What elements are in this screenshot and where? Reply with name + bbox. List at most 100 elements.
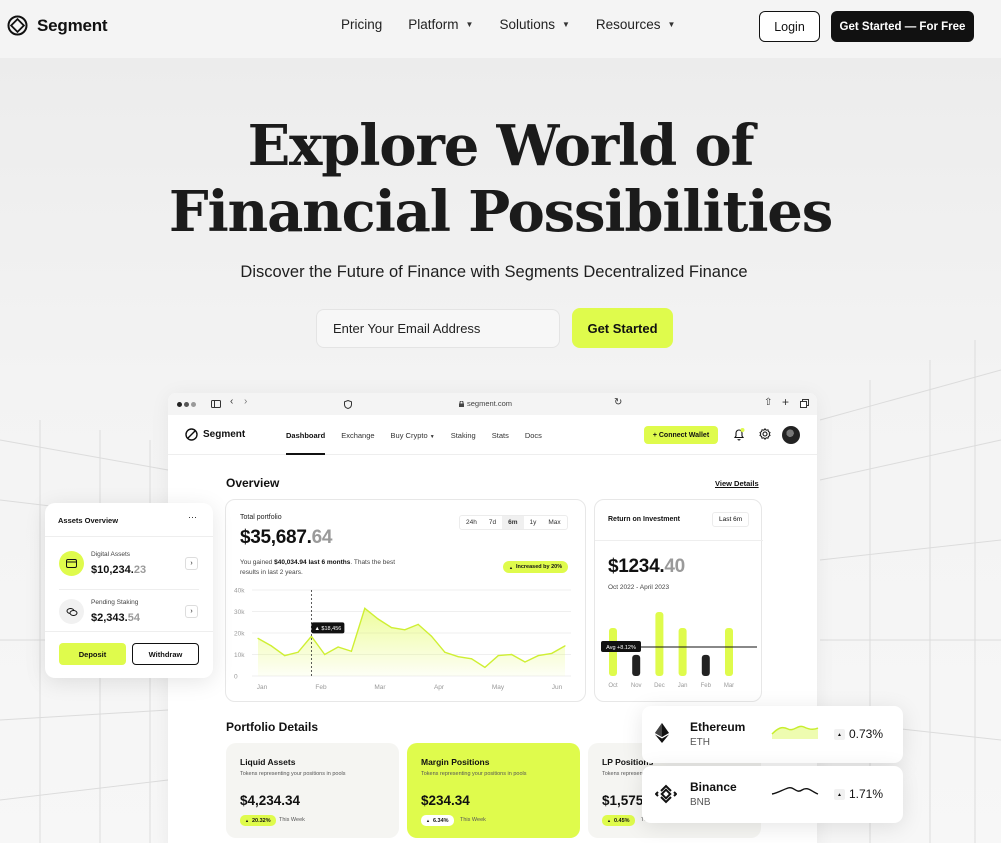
triangle-up-icon: ▲ <box>509 564 513 570</box>
app-tab-docs[interactable]: Docs <box>525 431 542 440</box>
deposit-button[interactable]: Deposit <box>59 643 126 665</box>
bar <box>701 654 710 676</box>
share-icon[interactable]: ⇧ <box>764 397 772 408</box>
x-tick-label: Oct <box>608 683 618 689</box>
card-value: $234.34 <box>421 793 470 808</box>
range-6m[interactable]: 6m <box>502 516 524 529</box>
menu-item-resources[interactable]: Resources ▼ <box>596 17 675 32</box>
range-1y[interactable]: 1y <box>524 516 543 529</box>
coin-symbol: ETH <box>690 737 710 748</box>
triangle-up-icon: ▲ <box>834 789 845 800</box>
app-logo[interactable]: Segment <box>185 428 245 441</box>
bell-icon[interactable] <box>733 428 745 441</box>
get-started-button[interactable]: Get Started <box>572 308 673 348</box>
portfolio-details-title: Portfolio Details <box>226 720 319 734</box>
total-portfolio-card: Total portfolio $35,687.64 24h 7d 6m 1y … <box>225 499 586 702</box>
data-point <box>524 661 526 663</box>
menu-label: Resources <box>595 17 661 32</box>
data-point <box>551 652 553 655</box>
logo[interactable]: Segment <box>7 15 108 36</box>
shield-icon <box>344 400 352 409</box>
y-tick-label: 0 <box>234 674 238 681</box>
binance-card[interactable]: Binance BNB ▲ 1.71% <box>642 766 903 823</box>
value-main: $10,234. <box>91 564 134 576</box>
reload-icon[interactable]: ↻ <box>614 397 622 408</box>
data-point <box>404 629 406 631</box>
badge-text: Increased by 20% <box>515 564 563 570</box>
gear-icon[interactable] <box>759 428 771 440</box>
connect-wallet-button[interactable]: + Connect Wallet <box>644 426 718 444</box>
window-dot <box>184 402 189 407</box>
bar <box>655 612 664 676</box>
data-point <box>284 654 286 657</box>
more-icon[interactable]: ··· <box>188 512 197 522</box>
x-tick-label: Feb <box>315 684 327 691</box>
lock-icon <box>459 401 464 407</box>
view-details-link[interactable]: View Details <box>715 479 759 488</box>
segment-logo-icon <box>185 428 198 441</box>
x-tick-label: Mar <box>724 683 734 689</box>
avatar[interactable] <box>782 426 800 444</box>
bar <box>632 654 641 676</box>
y-tick-label: 20k <box>234 631 245 638</box>
triangle-up-icon: ▲ <box>245 818 249 823</box>
triangle-up-icon: ▲ <box>426 818 430 823</box>
app-menu: Dashboard Exchange Buy Crypto ▼ Staking … <box>286 431 542 455</box>
margin-positions-card[interactable]: Margin Positions Tokens representing you… <box>407 743 580 838</box>
card-value: $1,575 <box>602 793 644 808</box>
segment-logo-icon <box>7 15 28 36</box>
login-button[interactable]: Login <box>759 11 820 42</box>
app-logo-text: Segment <box>203 429 246 440</box>
window-dot <box>177 402 182 407</box>
withdraw-button[interactable]: Withdraw <box>132 643 199 665</box>
x-tick-label: Mar <box>374 684 386 691</box>
app-tab-exchange[interactable]: Exchange <box>341 431 374 440</box>
value-decimals: 64 <box>311 527 333 548</box>
roi-date-range: Oct 2022 - April 2023 <box>608 584 670 591</box>
assets-overview-card: Assets Overview ··· Digital Assets $10,2… <box>45 503 213 678</box>
range-max[interactable]: Max <box>542 516 566 529</box>
tabs-icon[interactable] <box>800 399 809 408</box>
chevron-right-icon[interactable]: › <box>185 605 198 618</box>
back-icon[interactable]: ‹ <box>230 396 233 407</box>
y-tick-label: 10k <box>234 652 245 659</box>
coin-change: 0.73% <box>849 727 884 741</box>
menu-item-solutions[interactable]: Solutions ▼ <box>499 17 569 32</box>
app-tab-staking[interactable]: Staking <box>451 431 476 440</box>
change-badge: ▲ 6.34% <box>421 815 454 826</box>
email-input[interactable] <box>316 309 560 348</box>
chevron-right-icon[interactable]: › <box>185 557 198 570</box>
sidebar-icon[interactable] <box>211 400 221 408</box>
roi-range-button[interactable]: Last 6m <box>712 512 750 527</box>
app-tab-dashboard[interactable]: Dashboard <box>286 431 326 455</box>
range-selector: 24h 7d 6m 1y Max <box>459 515 568 530</box>
hero-title-line-2: Financial Possibilities <box>168 179 833 245</box>
range-7d[interactable]: 7d <box>483 516 502 529</box>
gain-amount: $40,034.94 last 6 months <box>274 559 351 566</box>
liquid-assets-card[interactable]: Liquid Assets Tokens representing your p… <box>226 743 399 838</box>
menu-item-pricing[interactable]: Pricing <box>341 17 382 32</box>
roi-label: Return on Investment <box>608 516 680 523</box>
total-portfolio-label: Total portfolio <box>240 514 282 521</box>
value-decimals: 23 <box>133 564 147 576</box>
data-point <box>364 607 366 609</box>
coin-change: 1.71% <box>849 787 884 801</box>
asset-label: Digital Assets <box>91 551 131 558</box>
app-tab-stats[interactable]: Stats <box>492 431 509 440</box>
triangle-up-icon: ▲ <box>607 818 611 823</box>
caret-down-icon: ▼ <box>562 20 570 29</box>
bar <box>678 628 687 676</box>
coin-name: Binance <box>690 780 737 794</box>
data-point <box>564 645 566 647</box>
url-bar[interactable]: segment.com <box>467 399 512 408</box>
get-started-free-button[interactable]: Get Started — For Free <box>831 11 974 42</box>
menu-item-platform[interactable]: Platform ▼ <box>408 17 473 32</box>
new-tab-icon[interactable]: + <box>782 395 789 409</box>
forward-icon[interactable]: › <box>244 396 247 407</box>
data-point <box>417 623 419 625</box>
ethereum-card[interactable]: Ethereum ETH ▲ 0.73% <box>642 706 903 763</box>
value-main: $1234. <box>608 556 665 577</box>
range-24h[interactable]: 24h <box>460 516 483 529</box>
main-menu: Pricing Platform ▼ Solutions ▼ Resources ▼ <box>341 17 675 32</box>
app-tab-buy-crypto[interactable]: Buy Crypto ▼ <box>391 431 435 440</box>
